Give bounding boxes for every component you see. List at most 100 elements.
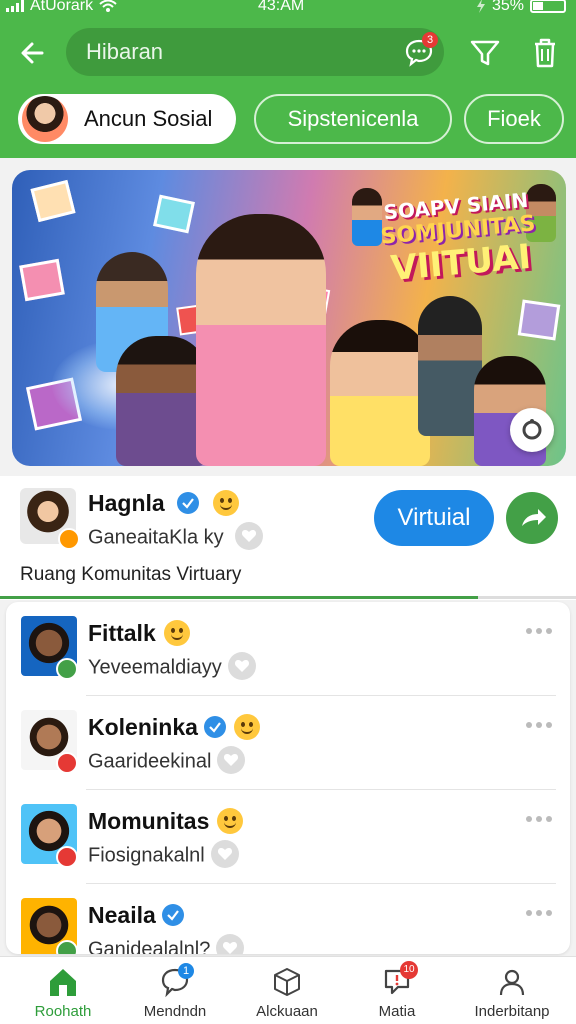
floating-photo: [30, 179, 76, 223]
banner-title: SOAPV SIAIN SOMJUNITAS VIITUAI: [366, 186, 552, 297]
heart-icon[interactable]: [227, 652, 256, 680]
tab-label: Sipstenicenla: [287, 106, 419, 131]
status-time: 43:AM: [258, 0, 305, 14]
person-illustration: [330, 320, 430, 466]
search-bar[interactable]: 3: [66, 28, 444, 76]
item-name: Fittalk: [88, 619, 190, 648]
virtual-button[interactable]: Virtuial: [374, 490, 494, 546]
status-bar: AtUorark 43:AM 35%: [0, 0, 576, 20]
heart-icon[interactable]: [216, 934, 245, 954]
tab-sipstenicenla[interactable]: Sipstenicenla: [254, 94, 452, 144]
item-subtitle: Fiosignakalnl: [88, 840, 239, 870]
alert-bubble-icon: 10: [380, 961, 418, 999]
item-name-text: Fittalk: [88, 620, 156, 646]
wifi-icon: [99, 0, 117, 12]
profile-subtitle-text: GaneaitaKla ky: [88, 526, 224, 549]
tab-fioek[interactable]: Fioek: [464, 94, 564, 144]
nav-notifications[interactable]: 10 Matia: [354, 957, 440, 1024]
verified-icon: [177, 491, 200, 514]
nav-label: Inderbitanp: [474, 1003, 550, 1020]
tab-label: Fioek: [487, 106, 541, 131]
promo-banner[interactable]: SOAPV SIAIN SOMJUNITAS VIITUAI: [12, 170, 566, 466]
profile-subtitle: GaneaitaKla ky: [88, 522, 264, 552]
chat-bubble-icon: 1: [158, 963, 194, 999]
item-name-text: Momunitas: [88, 808, 210, 834]
smile-emoji-icon: [213, 489, 240, 516]
more-dots-icon[interactable]: [524, 908, 554, 918]
share-button[interactable]: [506, 492, 558, 544]
item-subtitle-text: Ganideala​lnl?: [88, 938, 211, 954]
list-item[interactable]: Momunitas Fiosignakalnl: [6, 790, 570, 884]
box-icon: [274, 968, 300, 996]
signal-icon: [6, 0, 24, 12]
status-dot: [56, 752, 78, 774]
item-subtitle-text: Yeveemaldiayy: [88, 656, 222, 679]
list-item[interactable]: Koleninka Gaaridee​kinal: [6, 696, 570, 790]
person-illustration: [116, 336, 208, 466]
chat-badge: 3: [422, 32, 438, 48]
progress-bar: [0, 596, 576, 599]
more-dots-icon[interactable]: [524, 720, 554, 730]
progress-fill: [0, 596, 479, 599]
chat-button[interactable]: 3: [402, 32, 438, 70]
status-dot: [56, 658, 78, 680]
battery-percent: 35%: [491, 0, 524, 14]
notifications-badge: 10: [400, 961, 418, 979]
list-item[interactable]: Neaila Ganideala​lnl?: [6, 884, 570, 954]
person-illustration: [196, 214, 326, 466]
tab-ancun-sosial[interactable]: Ancun Sosial: [18, 94, 236, 144]
floating-photo: [153, 194, 195, 234]
emoji-icon: [233, 713, 260, 740]
featured-profile-card[interactable]: Hagnla GaneaitaKla ky Ruang Komunitas Vi…: [0, 476, 576, 600]
filter-icon[interactable]: [466, 34, 504, 72]
bottom-nav: Roohath 1 Mendndn Alckuaan 10 Matia Inde…: [0, 956, 576, 1024]
battery-icon: [530, 0, 566, 13]
item-name: Neaila: [88, 902, 184, 929]
status-dot: [56, 846, 78, 868]
user-icon: [499, 969, 525, 996]
item-name: Momunitas: [88, 807, 244, 836]
nav-profile[interactable]: Inderbitanp: [464, 957, 560, 1024]
nav-label: Mendndn: [143, 1003, 207, 1020]
tab-label: Ancun Sosial: [84, 106, 213, 131]
item-subtitle-text: Fiosignakalnl: [88, 844, 205, 867]
carrier-label: AtUorark: [30, 0, 94, 14]
status-dot: [58, 528, 80, 550]
person-illustration: [418, 296, 482, 436]
nav-home[interactable]: Roohath: [20, 957, 106, 1024]
emoji-icon: [163, 619, 190, 646]
item-subtitle: Yeveemaldiayy: [88, 652, 256, 682]
heart-icon[interactable]: [217, 746, 246, 774]
item-name-text: Koleninka: [88, 714, 198, 740]
item-subtitle-text: Gaaridee​kinal: [88, 750, 212, 773]
more-dots-icon[interactable]: [524, 814, 554, 824]
list-item[interactable]: Fittalk Yeveemaldiayy: [6, 602, 570, 696]
back-arrow-icon[interactable]: [16, 36, 50, 70]
verified-icon: [203, 715, 226, 738]
camera-button[interactable]: [510, 408, 554, 452]
home-icon: [50, 969, 76, 996]
nav-messages[interactable]: 1 Mendndn: [132, 957, 218, 1024]
nav-label: Matia: [378, 1003, 416, 1020]
emoji-icon: [217, 807, 244, 834]
heart-icon[interactable]: [235, 522, 264, 550]
nav-label: Alckuaan: [256, 1003, 318, 1020]
charging-icon: [476, 0, 485, 13]
profile-name-text: Hagnla: [88, 490, 165, 516]
status-right: 35%: [476, 0, 566, 15]
avatar: [22, 96, 68, 142]
more-dots-icon[interactable]: [524, 626, 554, 636]
community-list: Fittalk Yeveemaldiayy Koleninka Gaaridee…: [6, 602, 570, 954]
search-input[interactable]: [86, 28, 386, 76]
app-header: AtUorark 43:AM 35% 3 Ancun Sosial: [0, 0, 576, 158]
profile-name: Hagnla: [88, 489, 240, 518]
item-subtitle: Ganideala​lnl?: [88, 934, 245, 954]
nav-explore[interactable]: Alckuaan: [244, 957, 330, 1024]
heart-icon[interactable]: [210, 840, 239, 868]
trash-icon[interactable]: [526, 34, 564, 72]
item-name: Koleninka: [88, 713, 260, 742]
item-name-text: Neaila: [88, 902, 156, 928]
nav-label: Roohath: [34, 1003, 92, 1020]
floating-photo: [19, 258, 65, 302]
verified-icon: [161, 903, 184, 926]
